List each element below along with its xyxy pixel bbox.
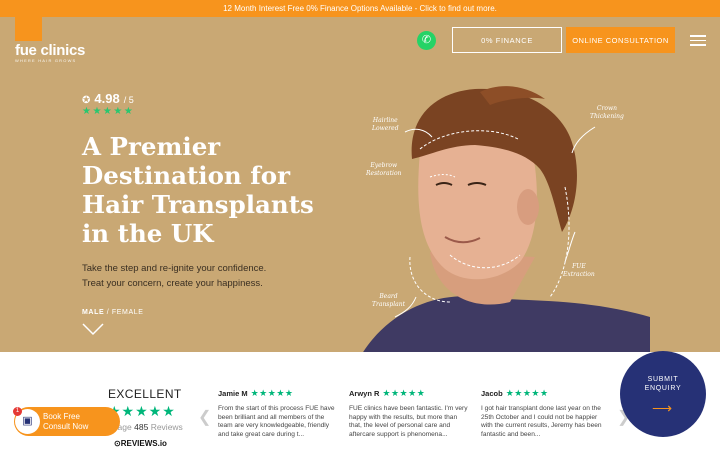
- submit-enquiry-button[interactable]: SUBMIT ENQUIRY ⟶: [620, 351, 706, 437]
- logo-tagline: WHERE HAIR GROWS: [15, 58, 77, 63]
- notification-badge: 1: [13, 407, 22, 416]
- arrow-right-icon: ⟶: [652, 400, 673, 416]
- submit-enquiry-line-1: SUBMIT: [647, 376, 679, 383]
- annotation-fue: FUE Extraction: [563, 263, 595, 278]
- hero-subtext: Take the step and re-ignite your confide…: [82, 261, 322, 291]
- submit-enquiry-line-2: ENQUIRY: [644, 385, 682, 392]
- review-author: Arwyn R: [349, 389, 380, 398]
- reviews-io-logo[interactable]: ⊙REVIEWS.io: [114, 439, 167, 448]
- review-author: Jamie M: [218, 389, 248, 398]
- reviews-average: erage 485 Reviews: [110, 422, 183, 432]
- gender-male-link[interactable]: MALE: [82, 309, 104, 316]
- annotation-hairline: Hairline Lowered: [372, 117, 399, 132]
- carousel-prev-icon[interactable]: ❮: [198, 407, 211, 427]
- hero-subtext-line-2: Treat your concern, create your happines…: [82, 278, 263, 289]
- online-consultation-button[interactable]: ONLINE CONSULTATION: [566, 27, 675, 53]
- scroll-down-chevron-icon[interactable]: [82, 322, 104, 336]
- book-consult-line-2: Consult Now: [43, 422, 89, 431]
- book-consult-line-1: Book Free: [43, 412, 80, 421]
- promo-banner[interactable]: 12 Month Interest Free 0% Finance Option…: [0, 0, 720, 17]
- hero-subtext-line-1: Take the step and re-ignite your confide…: [82, 263, 267, 274]
- reviews-average-suffix: Reviews: [150, 422, 183, 432]
- annotation-crown: Crown Thickening: [590, 105, 624, 120]
- hero-stars: ★★★★★: [82, 106, 135, 117]
- review-stars: ★★★★★: [505, 388, 549, 398]
- annotation-beard: Beard Transplant: [372, 293, 406, 308]
- whatsapp-icon[interactable]: ✆: [417, 31, 436, 50]
- book-consult-widget[interactable]: ▣ 1 Book Free Consult Now: [13, 407, 120, 436]
- hamburger-menu-icon[interactable]: [690, 35, 706, 46]
- promo-banner-text[interactable]: 12 Month Interest Free 0% Finance Option…: [223, 4, 497, 13]
- reviews-excellent-label: EXCELLENT: [108, 387, 182, 401]
- finance-button[interactable]: 0% FINANCE: [452, 27, 562, 53]
- reviews-io-logo-text: REVIEWS.io: [120, 439, 167, 448]
- book-consult-text: Book Free Consult Now: [43, 412, 88, 432]
- review-text: FUE clinics have been fantastic. I'm ver…: [349, 405, 468, 438]
- review-card: Arwyn R ★★★★★ FUE clinics have been fanta…: [349, 388, 471, 439]
- logo-tab: [15, 17, 42, 41]
- rating-max: / 5: [123, 95, 134, 105]
- rating-badge-icon: ✪: [82, 95, 91, 106]
- review-text: I got hair transplant done last year on …: [481, 405, 602, 438]
- gender-female-link[interactable]: / FEMALE: [107, 309, 144, 316]
- gender-toggle: MALE / FEMALE: [82, 309, 143, 316]
- hero-headline: A Premier Destination for Hair Transplan…: [82, 132, 314, 248]
- review-card: Jamie M ★★★★★ From the start of this proc…: [218, 388, 340, 439]
- review-card: Jacob ★★★★★ I got hair transplant done la…: [481, 388, 603, 439]
- review-stars: ★★★★★: [250, 388, 294, 398]
- hero-section: fue clinics WHERE HAIR GROWS ✆ 0% FINANC…: [0, 17, 720, 352]
- reviews-count: 485: [134, 422, 149, 432]
- rating-summary: ✪ 4.98 / 5: [82, 91, 134, 106]
- review-text: From the start of this process FUE have …: [218, 405, 335, 438]
- rating-value: 4.98: [94, 91, 120, 106]
- review-stars: ★★★★★: [382, 388, 426, 398]
- site-logo[interactable]: fue clinics: [15, 42, 85, 59]
- annotation-eyebrow: Eyebrow Restoration: [366, 162, 402, 177]
- review-author: Jacob: [481, 389, 503, 398]
